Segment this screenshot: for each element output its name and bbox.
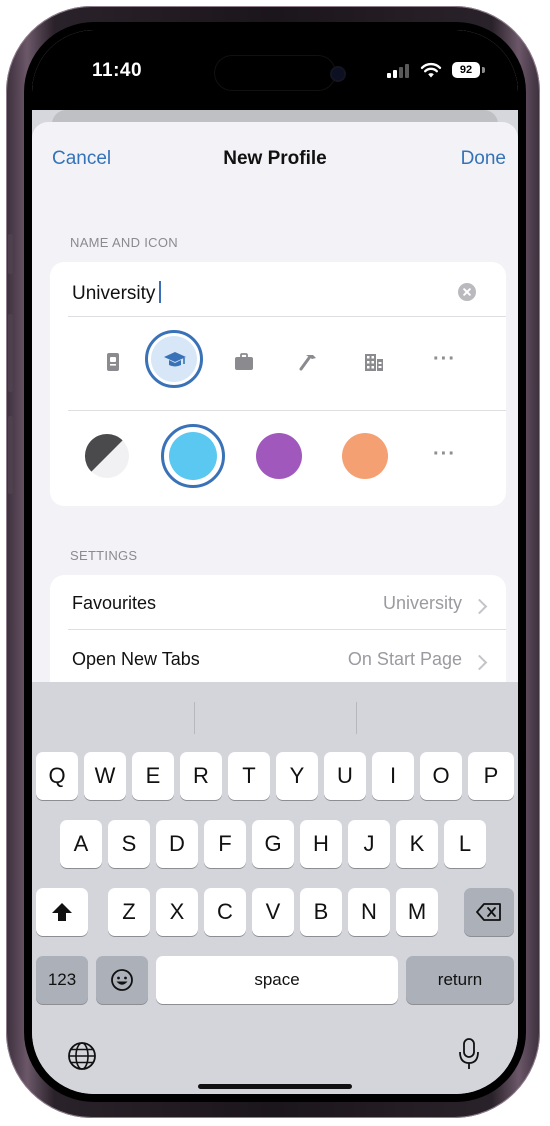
- color-dark-light-swatch[interactable]: [84, 433, 130, 479]
- done-button[interactable]: Done: [461, 148, 506, 170]
- key-p[interactable]: P: [468, 752, 514, 800]
- key-f[interactable]: F: [204, 820, 246, 868]
- key-j[interactable]: J: [348, 820, 390, 868]
- key-t[interactable]: T: [228, 752, 270, 800]
- signal-icon: [387, 64, 409, 78]
- key-e[interactable]: E: [132, 752, 174, 800]
- hammer-icon[interactable]: [297, 350, 321, 374]
- profile-name-value: University: [72, 283, 156, 304]
- action-button: [8, 234, 13, 274]
- badge-icon[interactable]: [101, 350, 125, 374]
- cancel-button[interactable]: Cancel: [52, 148, 111, 170]
- key-k[interactable]: K: [396, 820, 438, 868]
- shift-key[interactable]: [36, 888, 88, 936]
- delete-key[interactable]: [464, 888, 514, 936]
- return-key[interactable]: return: [406, 956, 514, 1004]
- favourites-label[interactable]: Favourites: [72, 593, 156, 614]
- settings-header: SETTINGS: [70, 548, 138, 563]
- key-r[interactable]: R: [180, 752, 222, 800]
- key-a[interactable]: A: [60, 820, 102, 868]
- divider: [68, 316, 506, 317]
- clear-text-button[interactable]: [458, 283, 476, 301]
- briefcase-icon[interactable]: [232, 350, 256, 374]
- key-o[interactable]: O: [420, 752, 462, 800]
- emoji-key[interactable]: [96, 956, 148, 1004]
- status-time: 11:40: [92, 60, 143, 81]
- space-key[interactable]: space: [156, 956, 398, 1004]
- key-b[interactable]: B: [300, 888, 342, 936]
- more-icons-button[interactable]: ···: [433, 348, 456, 371]
- key-l[interactable]: L: [444, 820, 486, 868]
- color-purple-swatch[interactable]: [256, 433, 302, 479]
- key-q[interactable]: Q: [36, 752, 78, 800]
- key-z[interactable]: Z: [108, 888, 150, 936]
- color-orange-swatch[interactable]: [342, 433, 388, 479]
- color-light-blue-swatch[interactable]: [169, 432, 217, 480]
- globe-icon[interactable]: [66, 1040, 98, 1072]
- key-m[interactable]: M: [396, 888, 438, 936]
- key-x[interactable]: X: [156, 888, 198, 936]
- key-c[interactable]: C: [204, 888, 246, 936]
- microphone-icon[interactable]: [458, 1036, 480, 1072]
- graduation-cap-icon[interactable]: [162, 347, 188, 373]
- name-and-icon-header: NAME AND ICON: [70, 235, 178, 250]
- numbers-key[interactable]: 123: [36, 956, 88, 1004]
- open-new-tabs-label[interactable]: Open New Tabs: [72, 649, 200, 670]
- wifi-icon: [420, 62, 442, 78]
- divider: [68, 629, 506, 630]
- key-y[interactable]: Y: [276, 752, 318, 800]
- key-i[interactable]: I: [372, 752, 414, 800]
- divider: [68, 410, 506, 411]
- battery-level: 92: [452, 62, 480, 78]
- dynamic-island: [215, 56, 335, 90]
- camera-dot: [332, 68, 344, 80]
- building-icon[interactable]: [362, 350, 386, 374]
- favourites-value: University: [382, 593, 462, 613]
- volume-down-button: [8, 416, 13, 494]
- battery-tip: [482, 67, 485, 73]
- key-n[interactable]: N: [348, 888, 390, 936]
- key-g[interactable]: G: [252, 820, 294, 868]
- shift-icon: [52, 903, 72, 921]
- key-u[interactable]: U: [324, 752, 366, 800]
- delete-icon: [476, 903, 501, 921]
- prediction-separator: [356, 702, 357, 734]
- key-v[interactable]: V: [252, 888, 294, 936]
- more-colors-button[interactable]: ···: [433, 443, 456, 466]
- open-new-tabs-value: On Start Page: [347, 649, 462, 669]
- key-s[interactable]: S: [108, 820, 150, 868]
- volume-up-button: [8, 314, 13, 392]
- key-d[interactable]: D: [156, 820, 198, 868]
- key-w[interactable]: W: [84, 752, 126, 800]
- prediction-separator: [194, 702, 195, 734]
- profile-name-field[interactable]: University: [72, 281, 162, 305]
- key-h[interactable]: H: [300, 820, 342, 868]
- emoji-icon: [111, 969, 133, 991]
- text-cursor: [159, 281, 162, 303]
- home-indicator: [198, 1084, 352, 1089]
- screen: 11:40 92 New Profile Cancel Done NAME AN…: [32, 30, 518, 1094]
